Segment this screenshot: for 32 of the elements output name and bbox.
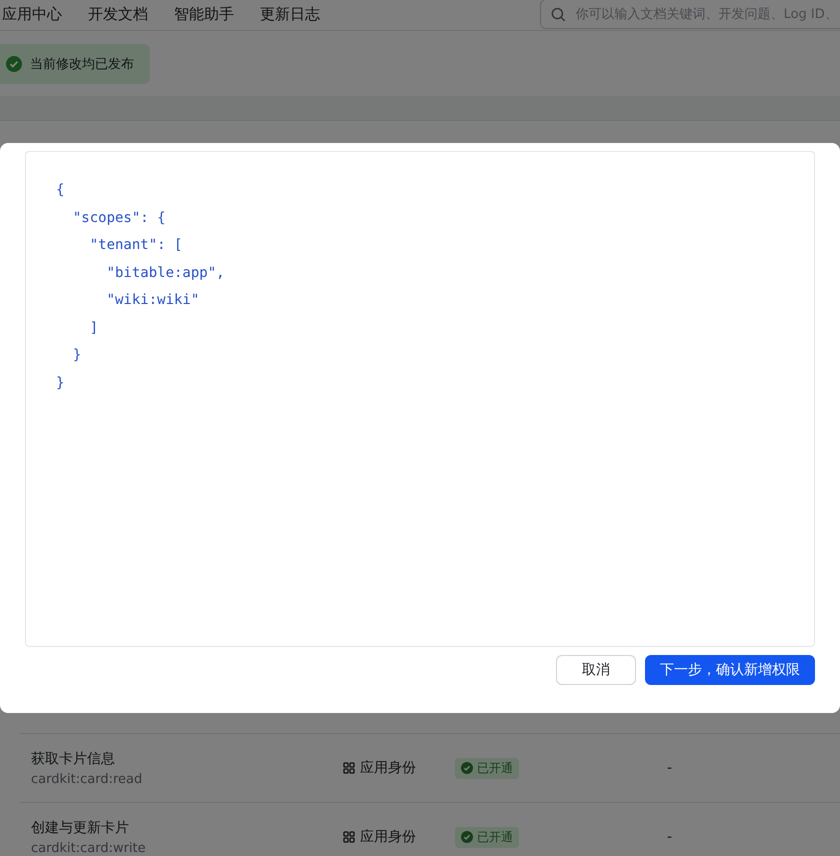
status-tag: 已开通 — [455, 826, 519, 848]
code-line: "tenant": [ — [88, 236, 182, 255]
search-icon — [551, 6, 566, 22]
code-line: } — [72, 346, 82, 365]
cancel-button[interactable]: 取消 — [556, 655, 636, 685]
check-circle-icon — [461, 762, 473, 774]
check-circle-icon — [6, 56, 22, 72]
identity-label: 应用身份 — [360, 759, 416, 777]
next-button[interactable]: 下一步，确认新增权限 — [645, 655, 815, 685]
permission-name: 创建与更新卡片 — [31, 818, 130, 836]
nav-item[interactable]: 智能助手 — [174, 4, 234, 24]
banner-text: 当前修改均已发布 — [30, 56, 134, 73]
nav-item[interactable]: 开发文档 — [88, 4, 148, 24]
check-circle-icon — [461, 831, 473, 843]
code-line: "bitable:app", — [106, 264, 225, 282]
code-line: } — [56, 374, 64, 392]
table-cell: - — [667, 760, 672, 776]
code-line: { — [56, 181, 64, 200]
permission-code: cardkit:card:read — [31, 772, 144, 786]
nav-item[interactable]: 应用中心 — [2, 4, 62, 24]
status-tag: 已开通 — [455, 758, 519, 778]
grid-icon — [343, 831, 355, 843]
identity-label: 应用身份 — [360, 828, 416, 846]
search-field[interactable]: 你可以输入文档关键词、开发问题、Log ID、 — [540, 0, 840, 29]
code-line: "wiki:wiki" — [106, 291, 200, 310]
table-cell: - — [667, 829, 672, 845]
nav-item[interactable]: 更新日志 — [260, 4, 320, 24]
permission-code: cardkit:card:write — [31, 840, 147, 856]
code-line: "scopes": { — [72, 208, 166, 228]
code-line: ] — [88, 318, 98, 338]
permission-name: 获取卡片信息 — [31, 750, 116, 768]
grid-icon — [343, 762, 355, 774]
